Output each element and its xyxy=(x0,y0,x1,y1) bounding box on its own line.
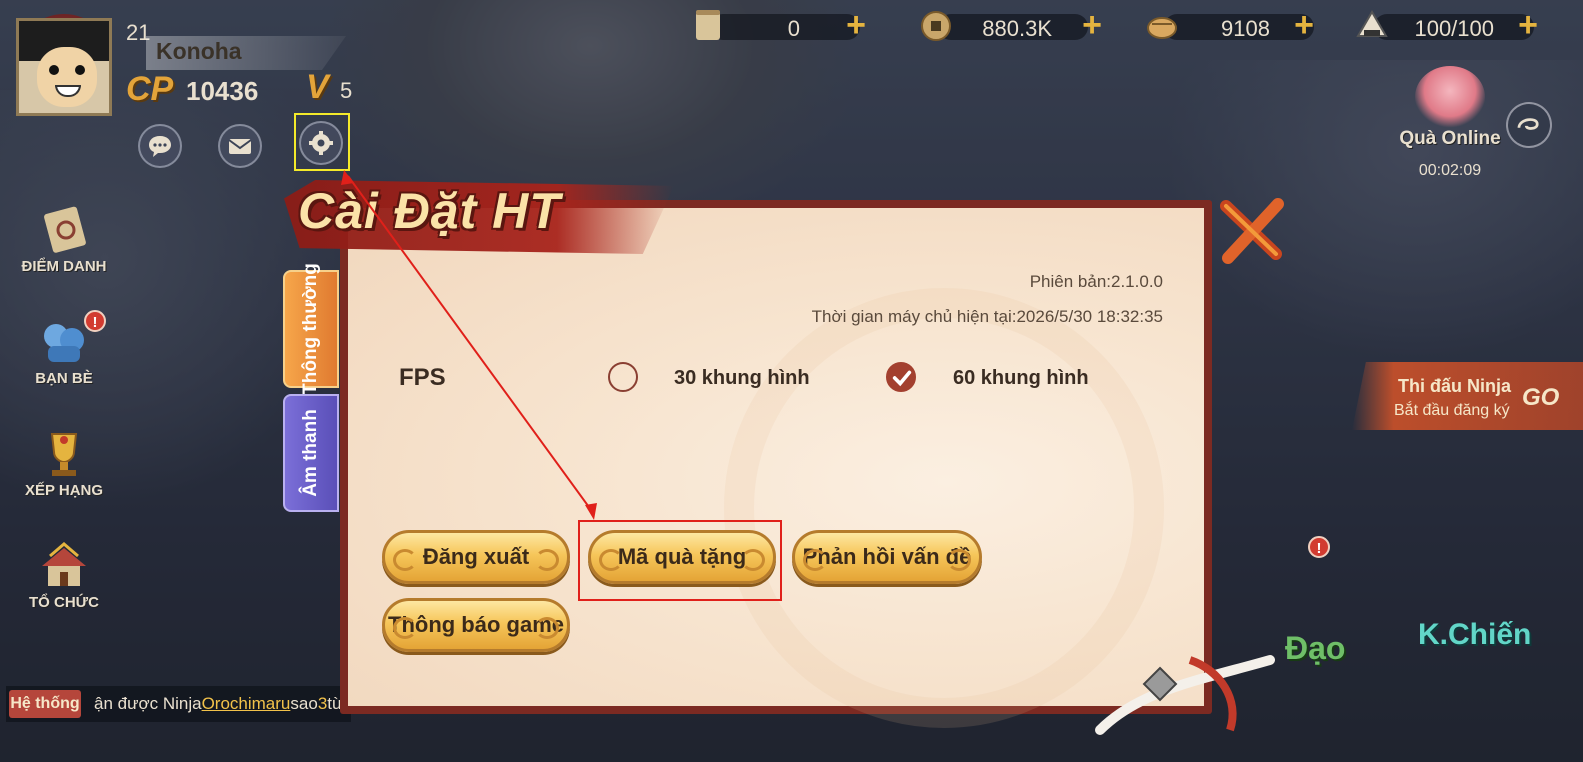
resource-ingot: 9108 + xyxy=(1144,8,1334,44)
vip-value: 5 xyxy=(340,78,353,103)
resource-coin: 880.3K + xyxy=(918,8,1108,44)
organization-icon xyxy=(36,540,92,592)
gift-code-highlight-box xyxy=(578,520,782,601)
fps-60-label[interactable]: 60 khung hình xyxy=(953,367,1089,390)
stamina-icon xyxy=(1356,10,1388,37)
friends-icon: ! xyxy=(36,310,106,368)
tab-general[interactable]: Thông thường xyxy=(283,263,339,395)
notification-badge: ! xyxy=(1308,536,1330,558)
tab-label: Thông thường xyxy=(300,263,321,395)
swirl-menu-button[interactable] xyxy=(1506,102,1552,148)
sidebar-item-ranking[interactable]: XẾP HẠNG xyxy=(14,428,114,499)
add-scroll-button[interactable]: + xyxy=(840,8,872,42)
mail-button[interactable] xyxy=(218,124,262,168)
scroll-icon xyxy=(696,10,720,40)
resource-value: 9108 xyxy=(1221,16,1270,41)
chat-button[interactable] xyxy=(138,124,182,168)
dao-label[interactable]: Đạo xyxy=(1285,630,1345,667)
coin-icon xyxy=(921,11,951,41)
add-ingot-button[interactable]: + xyxy=(1288,8,1320,42)
fps-60-radio[interactable] xyxy=(886,362,916,392)
resource-value: 0 xyxy=(787,16,800,41)
feedback-button[interactable]: Phản hồi vấn đề xyxy=(792,530,982,584)
sidebar-item-label: BẠN BÈ xyxy=(35,370,93,387)
mail-icon xyxy=(228,139,252,154)
system-message-bar[interactable]: Hệ thống ận được NinjaOrochimarusao3từ r… xyxy=(6,686,365,722)
system-tag: Hệ thống xyxy=(9,690,81,718)
add-stamina-button[interactable]: + xyxy=(1512,8,1544,42)
tab-label: Âm thanh xyxy=(300,409,321,497)
ninja-name-link[interactable]: Orochimaru xyxy=(202,694,291,713)
tournament-subtitle: Bắt đầu đăng ký xyxy=(1394,402,1510,419)
tournament-go-button[interactable]: GO xyxy=(1522,384,1559,412)
fps-label: FPS xyxy=(399,364,446,391)
kchien-label[interactable]: K.Chiến xyxy=(1418,618,1531,652)
notification-badge: ! xyxy=(84,310,106,332)
sidebar-item-label: TỔ CHỨC xyxy=(29,594,99,611)
fps-30-label[interactable]: 30 khung hình xyxy=(674,367,810,390)
close-icon[interactable] xyxy=(1212,196,1292,266)
checkin-scroll-icon xyxy=(36,204,92,256)
checkmark-icon xyxy=(892,370,912,387)
cp-value: 10436 xyxy=(186,76,259,106)
player-card[interactable]: 21 Konoha CP 10436 V 5 xyxy=(8,6,368,116)
gift-online-timer: 00:02:09 xyxy=(1418,162,1482,179)
sidebar-item-friends[interactable]: ! BẠN BÈ xyxy=(14,310,114,387)
sidebar-item-label: XẾP HẠNG xyxy=(24,482,104,499)
sidebar-item-organization[interactable]: TỔ CHỨC xyxy=(14,540,114,611)
system-message: ận được NinjaOrochimarusao3từ rư xyxy=(94,694,365,713)
sidebar-item-checkin[interactable]: ĐIỂM DANH xyxy=(14,204,114,275)
fps-30-radio[interactable] xyxy=(608,362,638,392)
vip-label[interactable]: V xyxy=(306,68,329,107)
resource-value: 100/100 xyxy=(1414,16,1494,41)
ingot-icon xyxy=(1147,17,1177,39)
swirl-icon xyxy=(1517,118,1539,130)
dialog-title: Cài Đặt HT xyxy=(298,183,561,239)
game-notice-button[interactable]: Thông báo game xyxy=(382,598,570,652)
ninja-tournament-banner[interactable]: Thi đấu Ninja Bắt đầu đăng ký GO xyxy=(1352,362,1583,430)
cp-label: CP xyxy=(126,70,174,108)
sidebar-item-label: ĐIỂM DANH xyxy=(21,258,107,275)
gift-online-button[interactable]: Quà Online 00:02:09 xyxy=(1395,66,1505,180)
tournament-title: Thi đấu Ninja xyxy=(1398,376,1512,396)
avatar[interactable] xyxy=(16,18,112,116)
server-time-text: Thời gian máy chủ hiện tại:2026/5/30 18:… xyxy=(811,307,1163,326)
resource-scroll: 0 + xyxy=(690,8,880,44)
gift-online-title: Quà Online xyxy=(1399,128,1501,149)
logout-button[interactable]: Đăng xuất xyxy=(382,530,570,584)
shuriken-decoration-icon xyxy=(1095,655,1275,735)
chat-icon xyxy=(149,136,171,157)
player-name: Konoha xyxy=(156,38,242,64)
resource-stamina: 100/100 + xyxy=(1354,8,1554,44)
trophy-icon xyxy=(36,428,92,480)
version-text: Phiên bản:2.1.0.0 xyxy=(1029,272,1163,291)
resource-value: 880.3K xyxy=(982,16,1052,41)
settings-highlight-box xyxy=(294,113,350,171)
sakura-avatar-icon xyxy=(1415,66,1485,128)
add-coin-button[interactable]: + xyxy=(1076,8,1108,42)
tab-sound[interactable]: Âm thanh xyxy=(283,394,339,512)
